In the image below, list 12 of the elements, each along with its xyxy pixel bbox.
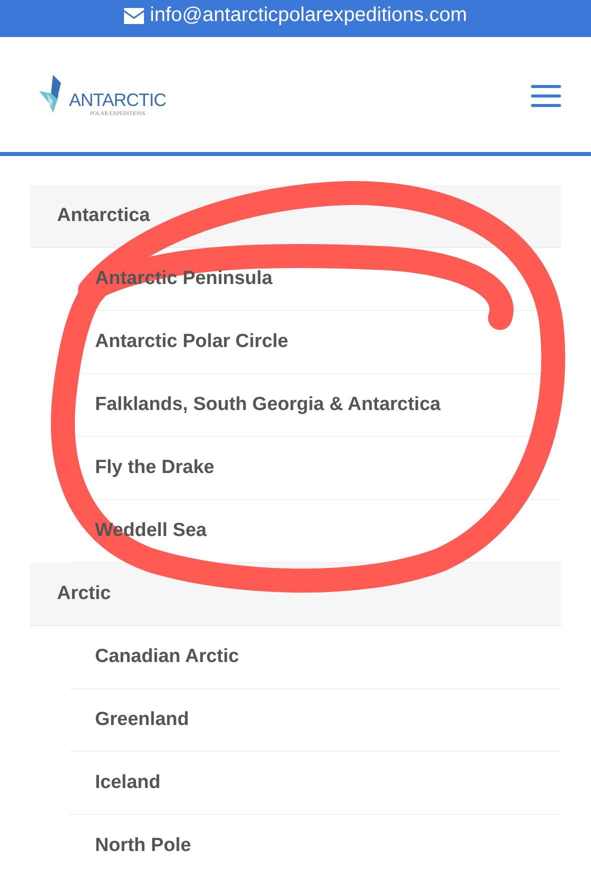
submenu-item[interactable]: Antarctic Peninsula: [95, 268, 272, 290]
submenu-item[interactable]: Antarctic Polar Circle: [95, 331, 288, 353]
submenu-item[interactable]: Greenland: [95, 709, 189, 731]
submenu-item[interactable]: Canadian Arctic: [95, 646, 239, 668]
submenu-item[interactable]: Fly the Drake: [95, 457, 214, 479]
submenu-item[interactable]: North Pole: [95, 835, 192, 857]
menu-icon[interactable]: [531, 84, 561, 106]
email-link[interactable]: info@antarcticpolarexpeditions.com: [124, 4, 468, 27]
logo-name: ANTARCTIC: [69, 90, 166, 110]
envelope-icon: [124, 8, 144, 24]
submenu-item[interactable]: Falklands, South Georgia & Antarctica: [95, 394, 441, 416]
submenu-item[interactable]: Iceland: [95, 772, 160, 794]
